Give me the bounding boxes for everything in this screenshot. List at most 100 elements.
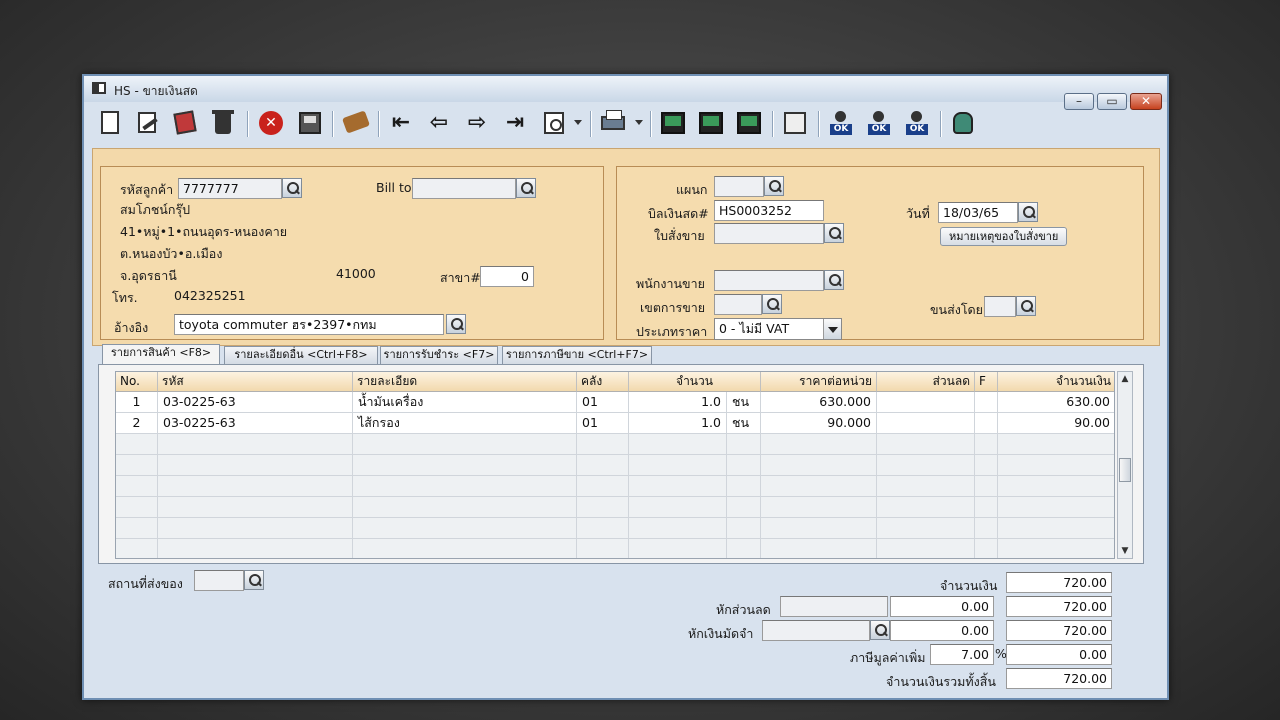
cancel-button[interactable]: ✕ <box>256 108 284 138</box>
empty-grid-cell[interactable] <box>158 434 353 455</box>
empty-grid-cell[interactable] <box>727 518 761 539</box>
delete-button[interactable] <box>209 108 237 138</box>
empty-grid-cell[interactable] <box>158 497 353 518</box>
empty-grid-cell[interactable] <box>629 476 727 497</box>
attach-button[interactable] <box>170 108 198 138</box>
empty-grid-cell[interactable] <box>629 518 727 539</box>
empty-grid-cell[interactable] <box>975 434 998 455</box>
empty-grid-cell[interactable] <box>727 497 761 518</box>
shipper-search-icon[interactable] <box>1016 296 1036 316</box>
tab-other-details[interactable]: รายละเอียดอื่น <Ctrl+F8> <box>224 346 378 364</box>
empty-grid-cell[interactable] <box>577 476 629 497</box>
cell-description[interactable]: น้ำมันเครื่อง <box>353 392 577 413</box>
empty-grid-cell[interactable] <box>761 497 877 518</box>
empty-grid-cell[interactable] <box>998 518 1114 539</box>
empty-grid-cell[interactable] <box>761 434 877 455</box>
empty-grid-cell[interactable] <box>877 497 975 518</box>
empty-grid-cell[interactable] <box>577 539 629 558</box>
empty-grid-cell[interactable] <box>877 434 975 455</box>
deposit-field[interactable]: 0.00 <box>890 620 994 641</box>
deposit-search-icon[interactable] <box>870 620 890 640</box>
reference-search-icon[interactable] <box>446 314 466 334</box>
order-note-button[interactable]: หมายเหตุของใบสั่งขาย <box>940 227 1068 246</box>
empty-grid-cell[interactable] <box>629 455 727 476</box>
calculator-button[interactable] <box>780 108 808 138</box>
empty-grid-cell[interactable] <box>353 434 577 455</box>
cell-discount[interactable] <box>877 392 975 413</box>
empty-grid-cell[interactable] <box>353 518 577 539</box>
empty-grid-cell[interactable] <box>975 455 998 476</box>
empty-grid-cell[interactable] <box>877 455 975 476</box>
ship-place-search-icon[interactable] <box>244 570 264 590</box>
empty-grid-cell[interactable] <box>761 518 877 539</box>
discount-code-field[interactable] <box>780 596 888 617</box>
cell-warehouse[interactable]: 01 <box>577 392 629 413</box>
sales-area-search-icon[interactable] <box>762 294 782 314</box>
column-header-discount[interactable]: ส่วนลด <box>877 372 975 392</box>
last-record-button[interactable]: ⇥ <box>500 108 528 138</box>
empty-grid-cell[interactable] <box>116 539 158 558</box>
approve-button-3[interactable]: OK <box>902 108 930 138</box>
cell-amount[interactable]: 630.00 <box>998 392 1114 413</box>
reference-field[interactable]: toyota commuter ฮร•2397•กทม <box>174 314 444 335</box>
new-document-button[interactable] <box>96 108 124 138</box>
empty-grid-cell[interactable] <box>577 518 629 539</box>
cell-code[interactable]: 03-0225-63 <box>158 392 353 413</box>
empty-grid-cell[interactable] <box>158 455 353 476</box>
empty-grid-cell[interactable] <box>727 539 761 558</box>
empty-grid-cell[interactable] <box>975 497 998 518</box>
column-header-no[interactable]: No. <box>116 372 158 392</box>
chevron-down-icon[interactable] <box>823 319 841 339</box>
empty-grid-cell[interactable] <box>116 455 158 476</box>
find-dropdown-icon[interactable] <box>574 120 582 125</box>
first-record-button[interactable]: ⇤ <box>386 108 414 138</box>
approve-button-1[interactable]: OK <box>826 108 854 138</box>
date-field[interactable]: 18/03/65 <box>938 202 1018 223</box>
print-button[interactable] <box>598 108 626 138</box>
branch-field[interactable]: 0 <box>480 266 534 287</box>
database-button[interactable] <box>948 108 976 138</box>
customer-code-field[interactable]: 7777777 <box>178 178 282 199</box>
empty-grid-cell[interactable] <box>998 497 1114 518</box>
cell-description[interactable]: ไส้กรอง <box>353 413 577 434</box>
bill-to-field[interactable] <box>412 178 516 199</box>
empty-grid-cell[interactable] <box>577 434 629 455</box>
cell-unit-price[interactable]: 90.000 <box>761 413 877 434</box>
empty-grid-cell[interactable] <box>629 539 727 558</box>
find-button[interactable] <box>540 108 568 138</box>
tab-items[interactable]: รายการสินค้า <F8> <box>102 344 220 365</box>
cell-warehouse[interactable]: 01 <box>577 413 629 434</box>
vat-rate-field[interactable]: 7.00 <box>930 644 994 665</box>
grid-scrollbar[interactable]: ▲ ▼ <box>1117 371 1133 559</box>
tools-button[interactable] <box>341 108 371 138</box>
empty-grid-cell[interactable] <box>158 476 353 497</box>
column-header-f[interactable]: F <box>975 372 998 392</box>
department-field[interactable] <box>714 176 764 197</box>
empty-grid-cell[interactable] <box>158 518 353 539</box>
empty-grid-cell[interactable] <box>116 497 158 518</box>
sales-order-search-icon[interactable] <box>824 223 844 243</box>
ship-place-field[interactable] <box>194 570 244 591</box>
sales-area-field[interactable] <box>714 294 762 315</box>
tab-payments[interactable]: รายการรับชำระ <F7> <box>380 346 498 364</box>
empty-grid-cell[interactable] <box>975 539 998 558</box>
cell-f[interactable] <box>975 413 998 434</box>
cell-no[interactable]: 1 <box>116 392 158 413</box>
scroll-up-icon[interactable]: ▲ <box>1118 372 1132 386</box>
empty-grid-cell[interactable] <box>629 434 727 455</box>
empty-grid-cell[interactable] <box>761 539 877 558</box>
empty-grid-cell[interactable] <box>727 455 761 476</box>
salesman-field[interactable] <box>714 270 824 291</box>
empty-grid-cell[interactable] <box>727 434 761 455</box>
empty-grid-cell[interactable] <box>877 539 975 558</box>
cell-discount[interactable] <box>877 413 975 434</box>
empty-grid-cell[interactable] <box>577 455 629 476</box>
deposit-code-field[interactable] <box>762 620 870 641</box>
empty-grid-cell[interactable] <box>877 518 975 539</box>
scroll-thumb[interactable] <box>1119 458 1131 482</box>
empty-grid-cell[interactable] <box>116 518 158 539</box>
empty-grid-cell[interactable] <box>353 539 577 558</box>
cell-no[interactable]: 2 <box>116 413 158 434</box>
customer-search-icon[interactable] <box>282 178 302 198</box>
empty-grid-cell[interactable] <box>353 476 577 497</box>
